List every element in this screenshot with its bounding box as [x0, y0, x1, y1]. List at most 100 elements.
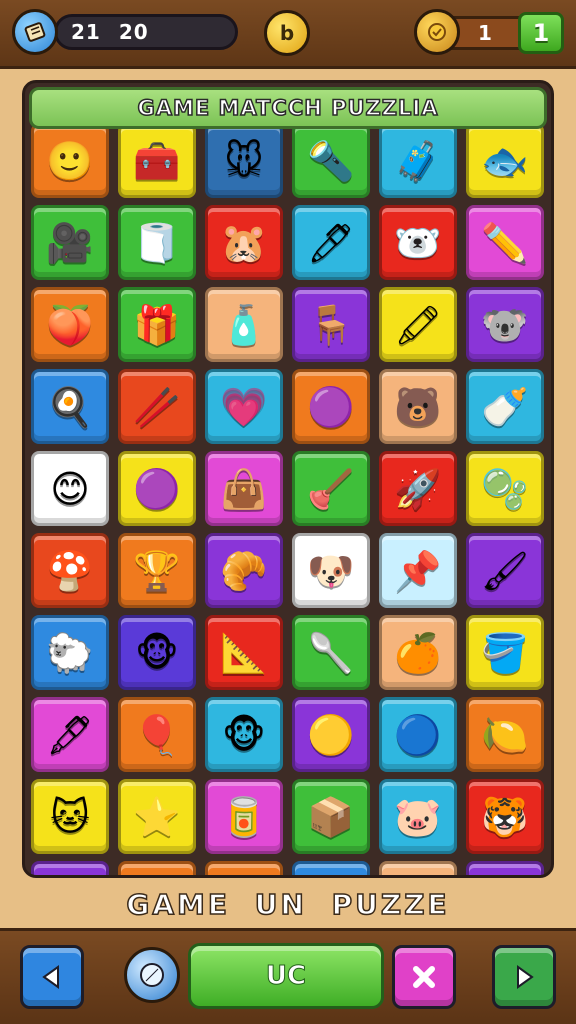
game-tile[interactable]: 🥫 — [205, 779, 283, 854]
game-tile[interactable]: 👜 — [205, 451, 283, 526]
tile-icon: 🐻‍❄️ — [394, 220, 442, 265]
game-tile[interactable]: 🍑 — [31, 287, 109, 362]
tile-icon: 📐 — [220, 630, 268, 675]
game-tile[interactable]: 🧳 — [379, 123, 457, 198]
back-button[interactable] — [20, 945, 84, 1009]
main-action-label: UC — [265, 961, 307, 992]
score-value-b: 20 — [118, 20, 149, 44]
game-tile[interactable]: 🍊 — [379, 615, 457, 690]
game-tile[interactable]: 🏆 — [118, 533, 196, 608]
game-tile[interactable]: 🥐 — [205, 533, 283, 608]
game-tile[interactable]: 🟠 — [118, 861, 196, 875]
tile-icon: 😊 — [50, 466, 90, 511]
game-tile[interactable]: 🖍 — [379, 287, 457, 362]
tile-icon: 🟣 — [307, 384, 355, 429]
game-tile[interactable]: 🍳 — [31, 369, 109, 444]
game-tile[interactable]: 🐨 — [466, 287, 544, 362]
game-tile[interactable]: 🎈 — [118, 697, 196, 772]
close-button[interactable] — [392, 945, 456, 1009]
tile-icon: 📦 — [307, 794, 355, 839]
game-tile[interactable]: 🎥 — [31, 205, 109, 280]
game-tile[interactable]: 🟣 — [118, 451, 196, 526]
tile-icon: 🐨 — [481, 302, 529, 347]
play-left-icon — [42, 965, 59, 989]
game-tile[interactable]: 🖌 — [466, 533, 544, 608]
compass-icon — [140, 963, 164, 987]
tile-icon: 🐯 — [481, 794, 529, 839]
tile-icon: 🟣 — [133, 466, 181, 511]
game-tile[interactable]: 🐶 — [292, 533, 370, 608]
tile-icon: 🐵 — [135, 630, 179, 675]
game-tile[interactable]: 😊 — [31, 451, 109, 526]
game-tile[interactable]: ⭐ — [118, 779, 196, 854]
game-tile[interactable]: 🖊 — [292, 205, 370, 280]
scroll-icon[interactable] — [12, 9, 58, 55]
game-tile[interactable]: 🐷 — [379, 779, 457, 854]
game-tile[interactable]: 🔵 — [379, 697, 457, 772]
game-tile[interactable]: 🍄 — [31, 533, 109, 608]
game-tile[interactable]: 🚀 — [379, 451, 457, 526]
game-tile[interactable]: 🥄 — [292, 615, 370, 690]
game-tile[interactable]: 🪑 — [292, 287, 370, 362]
tile-icon: 🍄 — [46, 548, 94, 593]
tile-icon: 🎥 — [46, 220, 94, 265]
tile-icon: 🧴 — [220, 302, 268, 347]
tile-icon: ⭐ — [133, 794, 181, 839]
game-tile[interactable]: 🍋 — [466, 697, 544, 772]
game-tile[interactable]: 🐭 — [466, 861, 544, 875]
tile-icon: 🐟 — [481, 138, 529, 183]
game-tile[interactable]: 🌕 — [292, 861, 370, 875]
game-tile[interactable]: 🐵 — [118, 615, 196, 690]
game-tile[interactable]: 🥢 — [118, 369, 196, 444]
game-tile[interactable]: 💗 — [205, 369, 283, 444]
game-tile[interactable]: 🐻‍❄️ — [379, 205, 457, 280]
game-tile[interactable]: ✏️ — [466, 205, 544, 280]
tile-icon: 🖋 — [45, 712, 95, 757]
game-tile[interactable]: 🐞 — [205, 861, 283, 875]
game-tile[interactable]: 🟡 — [292, 697, 370, 772]
tile-icon: 🐭 — [224, 138, 264, 183]
game-tile[interactable]: 🐑 — [31, 615, 109, 690]
game-tile[interactable]: 🐭 — [205, 123, 283, 198]
game-tile[interactable]: 🐵 — [205, 697, 283, 772]
tile-icon: 🫧 — [481, 466, 529, 511]
tile-icon: 🍳 — [46, 384, 94, 429]
game-tile[interactable]: 🐻‍❄️ — [31, 861, 109, 875]
game-tile[interactable]: 📦 — [292, 779, 370, 854]
tile-icon: 🥫 — [220, 794, 268, 839]
game-tile[interactable]: 🧻 — [118, 205, 196, 280]
tile-icon: 🖌 — [480, 548, 530, 593]
game-tile[interactable]: 🫧 — [466, 451, 544, 526]
game-tile[interactable]: 🪣 — [466, 615, 544, 690]
tile-icon: 🧻 — [133, 220, 181, 265]
level-value: 1 — [478, 21, 492, 45]
game-tile[interactable]: 🐹 — [205, 205, 283, 280]
game-tile[interactable]: 🐟 — [466, 123, 544, 198]
game-tile[interactable]: 🐸 — [379, 861, 457, 875]
tile-icon: 🐻 — [394, 384, 442, 429]
coin-icon[interactable]: b — [264, 10, 310, 56]
game-tile[interactable]: 🎁 — [118, 287, 196, 362]
game-tile[interactable]: 🔦 — [292, 123, 370, 198]
coin-label: b — [279, 21, 295, 45]
game-tile[interactable]: 📌 — [379, 533, 457, 608]
next-button[interactable] — [492, 945, 556, 1009]
tile-icon: 🔦 — [307, 138, 355, 183]
game-tile[interactable]: 🙂 — [31, 123, 109, 198]
game-tile[interactable]: 🧰 — [118, 123, 196, 198]
game-tile[interactable]: 🍼 — [466, 369, 544, 444]
game-tile[interactable]: 🪠 — [292, 451, 370, 526]
game-tile[interactable]: 🧴 — [205, 287, 283, 362]
game-tile[interactable]: 🐯 — [466, 779, 544, 854]
hint-button[interactable] — [124, 947, 180, 1003]
game-tile[interactable]: 🟣 — [292, 369, 370, 444]
tile-icon: 🍼 — [481, 384, 529, 429]
game-tile[interactable]: 🐻 — [379, 369, 457, 444]
game-tile[interactable]: 🐱 — [31, 779, 109, 854]
tile-icon: 🐑 — [46, 630, 94, 675]
main-action-button[interactable]: UC — [188, 943, 384, 1009]
game-tile[interactable]: 📐 — [205, 615, 283, 690]
game-tile[interactable]: 🖋 — [31, 697, 109, 772]
add-currency-button[interactable]: 1 — [518, 12, 564, 54]
add-currency-label: 1 — [532, 19, 550, 47]
